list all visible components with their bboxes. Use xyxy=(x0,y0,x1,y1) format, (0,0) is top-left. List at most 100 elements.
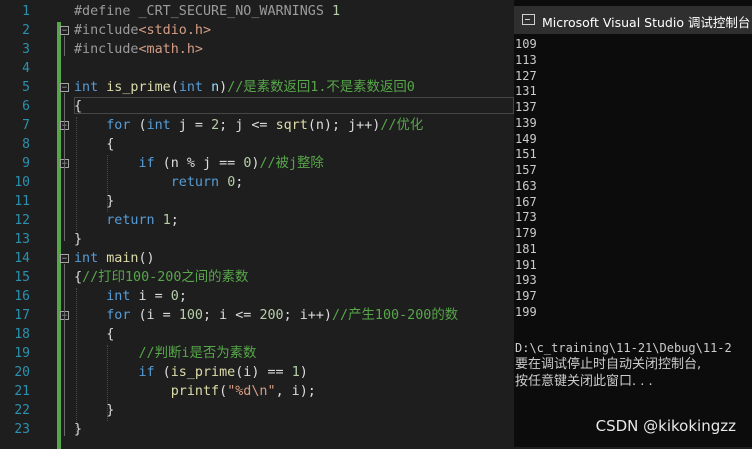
line-number: 22 xyxy=(14,403,30,418)
code-token: int xyxy=(106,289,131,304)
code-line[interactable]: return 0; xyxy=(74,173,244,192)
code-line[interactable]: for (int j = 2; j <= sqrt(n); j++)//优化 xyxy=(74,116,423,135)
line-number: 14 xyxy=(14,251,30,266)
console-output-line: 113 xyxy=(515,52,537,67)
fold-toggle-icon[interactable] xyxy=(60,254,69,263)
code-token: n xyxy=(211,80,220,95)
code-token: <stdio.h> xyxy=(138,23,212,38)
code-token: i = xyxy=(130,289,171,304)
code-token: } xyxy=(74,232,83,247)
code-token: int xyxy=(74,80,99,95)
code-line[interactable]: printf("%d\n", i); xyxy=(74,382,316,401)
code-line[interactable]: for (i = 100; i <= 200; i++)//产生100-200的… xyxy=(74,306,458,325)
code-line[interactable]: #define _CRT_SECURE_NO_WARNINGS 1 xyxy=(74,2,340,21)
code-line[interactable]: { xyxy=(74,135,114,154)
code-line[interactable]: } xyxy=(74,420,82,439)
code-token: { xyxy=(74,137,115,152)
code-token: if xyxy=(138,365,155,380)
console-output-line: 193 xyxy=(515,273,537,288)
code-token: 200 xyxy=(259,308,284,323)
fold-toggle-icon[interactable] xyxy=(60,26,69,35)
code-line[interactable]: //判断i是否为素数 xyxy=(74,344,257,363)
code-line[interactable]: } xyxy=(74,192,114,211)
code-token: ( xyxy=(130,118,147,133)
code-line[interactable]: if (is_prime(i) == 1) xyxy=(74,363,308,382)
code-token: 0 xyxy=(170,289,179,304)
code-token: ; j <= xyxy=(219,118,276,133)
console-output-line: 137 xyxy=(515,100,537,114)
console-output-line: 127 xyxy=(515,68,537,83)
code-token: } xyxy=(74,403,115,418)
code-token: sqrt xyxy=(275,118,308,133)
code-token: <math.h> xyxy=(138,42,204,57)
code-token: int xyxy=(146,118,171,133)
code-line[interactable]: { xyxy=(74,325,114,344)
current-line-highlight xyxy=(74,97,514,114)
console-app-icon xyxy=(522,14,535,25)
console-output-line: 149 xyxy=(515,131,537,146)
console-title-bar[interactable]: Microsoft Visual Studio 调试控制台 xyxy=(514,6,752,34)
code-token: ; xyxy=(170,213,179,228)
code-editor[interactable]: 1234567891011121314151617181920212223 #d… xyxy=(0,0,514,449)
code-line[interactable]: return 1; xyxy=(74,211,179,230)
code-line[interactable]: #include<stdio.h> xyxy=(74,21,211,40)
console-output-line: 181 xyxy=(515,241,537,256)
fold-range-line xyxy=(64,36,65,56)
code-token: { xyxy=(74,327,115,342)
code-line[interactable]: if (n % j == 0)//被j整除 xyxy=(74,154,324,173)
code-token: ; xyxy=(178,289,187,304)
code-line[interactable]: { xyxy=(74,97,82,116)
code-line[interactable]: int i = 0; xyxy=(74,287,187,306)
code-token: //是素数返回1.不是素数返回0 xyxy=(227,80,415,95)
code-token: for xyxy=(106,118,131,133)
line-number: 19 xyxy=(14,346,30,361)
console-output-line: 163 xyxy=(515,178,537,193)
code-token: int xyxy=(74,251,99,266)
line-number: 21 xyxy=(14,384,30,399)
code-line[interactable]: int main() xyxy=(74,249,155,268)
console-message-line: 按任意键关闭此窗口. . . xyxy=(515,374,653,389)
line-number: 6 xyxy=(22,99,30,114)
code-token: if xyxy=(138,156,155,171)
code-token: //优化 xyxy=(380,118,424,133)
code-token: ( xyxy=(154,365,171,380)
console-message-line: 要在调试停止时自动关闭控制台, xyxy=(515,357,702,372)
code-line[interactable]: } xyxy=(74,230,82,249)
code-token: 1 xyxy=(291,365,300,380)
code-token: printf xyxy=(170,384,220,399)
code-token: //打印100-200之间的素数 xyxy=(82,270,249,285)
code-token: } xyxy=(74,194,115,209)
line-number: 18 xyxy=(14,327,30,342)
console-title: Microsoft Visual Studio 调试控制台 xyxy=(542,15,751,30)
line-number: 8 xyxy=(22,137,30,152)
code-token: #define xyxy=(74,4,139,19)
code-token: (n % j == xyxy=(154,156,244,171)
console-output-line: 199 xyxy=(515,304,537,319)
code-line[interactable]: int is_prime(int n)//是素数返回1.不是素数返回0 xyxy=(74,78,415,97)
line-number: 2 xyxy=(22,23,30,38)
code-token: 2 xyxy=(211,118,220,133)
console-output-line: 173 xyxy=(515,210,537,225)
console-output-line: 139 xyxy=(515,115,537,130)
code-token: ; i++) xyxy=(283,308,332,323)
line-number: 16 xyxy=(14,289,30,304)
debug-console-window[interactable]: Microsoft Visual Studio 调试控制台 109 113 127 1… xyxy=(514,0,752,447)
code-line[interactable]: {//打印100-200之间的素数 xyxy=(74,268,248,287)
code-token: ( xyxy=(219,384,228,399)
line-number: 5 xyxy=(22,80,30,95)
code-token: is_prime xyxy=(170,365,236,380)
code-line[interactable]: #include<math.h> xyxy=(74,40,203,59)
code-token: (i) == xyxy=(235,365,292,380)
line-number: 3 xyxy=(22,42,30,57)
code-token: _CRT_SECURE_NO_WARNINGS xyxy=(138,4,332,19)
line-number: 13 xyxy=(14,232,30,247)
code-token: , i); xyxy=(275,384,316,399)
code-line[interactable]: } xyxy=(74,401,114,420)
fold-toggle-icon[interactable] xyxy=(60,83,69,92)
